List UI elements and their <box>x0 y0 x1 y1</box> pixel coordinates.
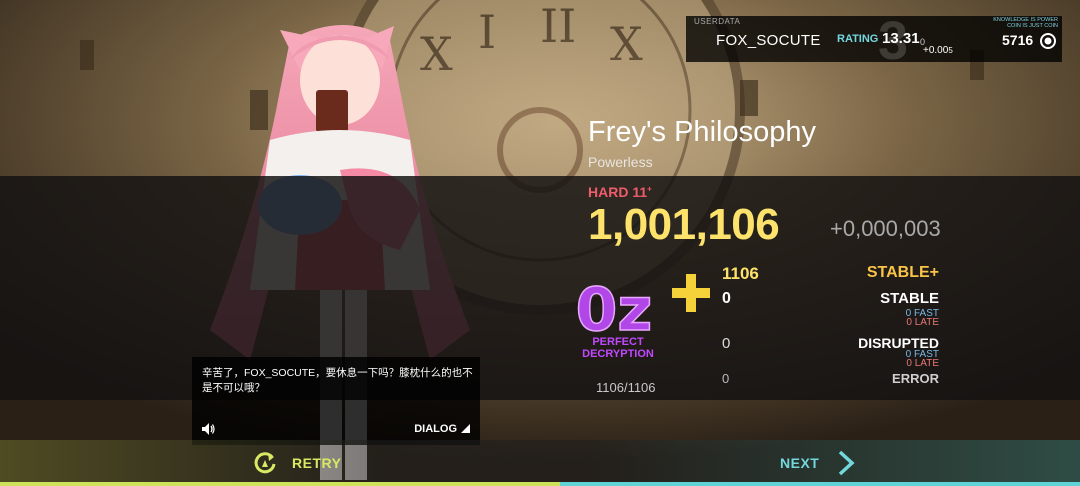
rating-delta-main: +0.00 <box>923 45 949 56</box>
svg-text:X: X <box>420 27 453 81</box>
retry-arrow-icon <box>254 452 276 474</box>
song-artist: Powerless <box>588 154 653 170</box>
coin-icon <box>1040 33 1056 49</box>
count-error: 0 <box>722 371 730 386</box>
coin-count: 5716 <box>1002 32 1034 48</box>
rating-value: 13.31 <box>882 30 920 47</box>
count-disrupted: 0 <box>722 335 731 352</box>
chevron-right-icon <box>839 450 855 476</box>
retry-underline <box>0 482 560 486</box>
grade-glyph: 0z <box>576 280 653 334</box>
triangle-icon <box>461 424 470 433</box>
note-total: 1106/1106 <box>596 380 656 395</box>
grade-label: PERFECT DECRYPTION <box>560 336 676 360</box>
difficulty-label: HARD 11+ <box>588 184 652 200</box>
grade-icon: 0z <box>575 280 653 334</box>
dialog-button-label: DIALOG <box>414 423 457 435</box>
label-error: ERROR <box>892 371 939 386</box>
retry-label: RETRY <box>292 455 342 471</box>
next-button[interactable]: NEXT <box>780 448 855 478</box>
bottom-bar <box>0 440 1080 486</box>
coin-note: KNOWLEDGE IS POWER COIN IS JUST COIN <box>993 17 1058 29</box>
grade-label-line2: DECRYPTION <box>582 348 654 360</box>
stable-late: 0 LATE <box>906 317 939 328</box>
count-stable-plus: 1106 <box>722 264 759 283</box>
rating-label: RATING <box>837 33 879 45</box>
dialog-box[interactable]: 辛苦了，FOX_SOCUTE，要休息一下吗？膝枕什么的也不是不可以哦？ DIAL… <box>192 357 480 445</box>
speaker-icon[interactable] <box>200 421 216 437</box>
player-name: FOX_SOCUTE <box>716 32 821 49</box>
rating-delta: +0.005 <box>923 45 953 56</box>
next-label: NEXT <box>780 455 820 471</box>
rating-delta-small: 5 <box>948 46 953 55</box>
svg-text:X: X <box>610 17 643 71</box>
label-stable: STABLE <box>880 290 939 307</box>
dialog-text: 辛苦了，FOX_SOCUTE，要休息一下吗？膝枕什么的也不是不可以哦？ <box>202 367 473 394</box>
difficulty-mark: + <box>647 184 652 194</box>
grade-plus-icon <box>672 274 710 312</box>
difficulty-text: HARD 11 <box>588 184 648 200</box>
svg-text:I: I <box>478 5 496 59</box>
count-stable: 0 <box>722 290 731 307</box>
score-delta: +0,000,003 <box>830 216 941 241</box>
svg-text:II: II <box>540 0 576 53</box>
userdata-label: USERDATA <box>694 17 741 26</box>
score-value: 1,001,106 <box>588 200 780 249</box>
dialog-button[interactable]: DIALOG <box>414 423 470 435</box>
label-stable-plus: STABLE+ <box>866 264 939 281</box>
next-underline <box>560 482 1080 486</box>
song-title: Frey's Philosophy <box>588 116 816 148</box>
disrupted-late: 0 LATE <box>906 358 939 369</box>
retry-button[interactable]: RETRY <box>252 448 341 478</box>
userdata-panel[interactable]: USERDATA FOX_SOCUTE 3 RATING 13.31 0 +0.… <box>686 11 1062 71</box>
grade-label-line1: PERFECT <box>592 336 644 348</box>
